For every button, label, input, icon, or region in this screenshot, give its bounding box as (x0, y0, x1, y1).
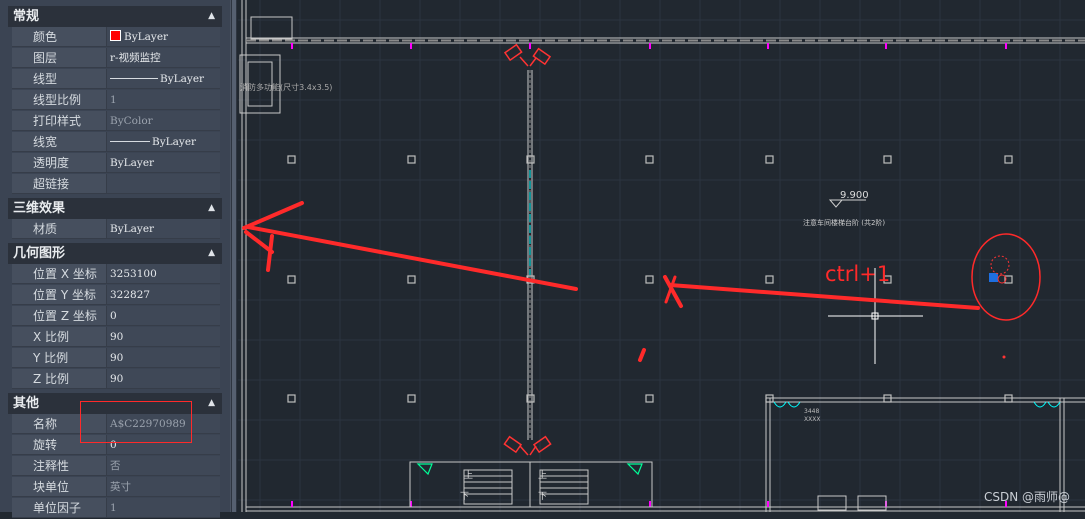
bottom-wall (246, 501, 1085, 512)
section-geometry-title: 几何图形 (13, 246, 66, 261)
floor-plan: 9.900 注意车间楼梯台阶 (共2阶) 消防多功能(尺寸3.4x3.5) 上 … (238, 0, 1085, 512)
column-markers (287, 155, 1013, 403)
property-label: 位置 Z 坐标 (12, 306, 109, 326)
elevation-marker: 9.900 注意车间楼梯台阶 (共2阶) (803, 190, 885, 227)
property-row-material[interactable]: 材质 ByLayer (8, 219, 220, 240)
properties-palette: 常规 ▲ 颜色 ByLayer 图层 r-视频监控 线型 ByLayer 线型比… (0, 0, 230, 518)
section-3d-header[interactable]: 三维效果 ▲ (8, 198, 222, 219)
property-value[interactable]: 否 (106, 456, 220, 476)
property-row-linetype-scale[interactable]: 线型比例 1 (8, 90, 220, 111)
property-label: 位置 X 坐标 (12, 264, 109, 284)
property-value[interactable]: 322827 (106, 285, 220, 305)
property-row-position-x[interactable]: 位置 X 坐标 3253100 (8, 264, 220, 285)
stair-note: 注意车间楼梯台阶 (共2阶) (803, 218, 885, 227)
property-label: 颜色 (12, 27, 109, 47)
csdn-watermark: CSDN @雨师@ (984, 490, 1071, 504)
property-row-plot-style[interactable]: 打印样式 ByColor (8, 111, 220, 132)
property-row-layer[interactable]: 图层 r-视频监控 (8, 48, 220, 69)
section-geometry-header[interactable]: 几何图形 ▲ (8, 243, 222, 264)
property-value[interactable]: 0 (106, 306, 220, 326)
central-column (527, 70, 533, 440)
property-label: 材质 (12, 219, 109, 239)
property-label: 超链接 (12, 174, 109, 194)
property-row-block-unit[interactable]: 块单位 英寸 (8, 477, 220, 498)
room-doors (773, 401, 1061, 408)
top-wall (246, 37, 1085, 49)
room-tag: 3448 (804, 408, 819, 415)
property-value[interactable]: 90 (106, 369, 220, 389)
property-label: 单位因子 (12, 498, 109, 518)
section-3d-title: 三维效果 (13, 201, 66, 216)
property-value[interactable]: ByColor (106, 111, 220, 131)
property-label: Y 比例 (12, 348, 109, 368)
property-label: 线宽 (12, 132, 109, 152)
property-row-position-z[interactable]: 位置 Z 坐标 0 (8, 306, 220, 327)
property-value[interactable]: ByLayer (106, 69, 220, 89)
property-label: 块单位 (12, 477, 109, 497)
property-row-color[interactable]: 颜色 ByLayer (8, 27, 220, 48)
palette-scrollbar[interactable] (230, 0, 237, 512)
name-highlight-box (80, 401, 192, 443)
section-general-title: 常规 (13, 9, 40, 24)
property-label: 位置 Y 坐标 (12, 285, 109, 305)
property-label: 线型比例 (12, 90, 109, 110)
stair-up-label: 上 (538, 470, 547, 481)
property-row-lineweight[interactable]: 线宽 ByLayer (8, 132, 220, 153)
elevation-label: 9.900 (840, 190, 869, 201)
collapse-caret-icon[interactable]: ▲ (208, 6, 215, 27)
property-value[interactable]: ByLayer (106, 219, 220, 239)
room-note: 消防多功能(尺寸3.4x3.5) (240, 82, 332, 92)
property-value[interactable]: ByLayer (106, 132, 220, 152)
property-value[interactable]: ByLayer (106, 153, 220, 173)
property-value[interactable]: 1 (106, 90, 220, 110)
annotation-markup (242, 201, 1041, 362)
property-value[interactable]: r-视频监控 (106, 48, 220, 68)
scrollbar-thumb[interactable] (232, 0, 236, 512)
color-value: ByLayer (124, 31, 169, 43)
property-value[interactable]: 英寸 (106, 477, 220, 497)
property-row-position-y[interactable]: 位置 Y 坐标 322827 (8, 285, 220, 306)
property-label: 透明度 (12, 153, 109, 173)
property-value[interactable]: 3253100 (106, 264, 220, 284)
property-label: Z 比例 (12, 369, 109, 389)
property-label: 打印样式 (12, 111, 109, 131)
property-row-linetype[interactable]: 线型 ByLayer (8, 69, 220, 90)
stair-down-label: 下 (538, 492, 547, 502)
property-label: 线型 (12, 69, 109, 89)
linetype-sample (110, 78, 158, 79)
collapse-caret-icon[interactable]: ▲ (208, 393, 215, 414)
grid-lines (238, 0, 1085, 512)
ctrl-1-annotation: ctrl+1 (825, 262, 891, 286)
section-general-header[interactable]: 常规 ▲ (8, 6, 222, 27)
property-value[interactable]: 1 (106, 498, 220, 518)
property-row-scale-y[interactable]: Y 比例 90 (8, 348, 220, 369)
color-swatch-icon (110, 30, 121, 41)
property-row-unit-factor[interactable]: 单位因子 1 (8, 498, 220, 519)
property-value[interactable] (106, 174, 220, 194)
property-value[interactable]: ByLayer (106, 27, 220, 47)
stair-up-label: 上 (464, 470, 473, 481)
section-other-title: 其他 (13, 396, 40, 411)
camera-icon[interactable] (503, 43, 552, 67)
property-row-annotative[interactable]: 注释性 否 (8, 456, 220, 477)
collapse-caret-icon[interactable]: ▲ (208, 243, 215, 264)
selected-grip-icon[interactable] (989, 255, 1010, 359)
lineweight-value: ByLayer (152, 136, 197, 148)
property-label: X 比例 (12, 327, 109, 347)
property-label: 注释性 (12, 456, 109, 476)
property-row-transparency[interactable]: 透明度 ByLayer (8, 153, 220, 174)
drawing-canvas[interactable]: 9.900 注意车间楼梯台阶 (共2阶) 消防多功能(尺寸3.4x3.5) 上 … (238, 0, 1085, 512)
property-value[interactable]: 90 (106, 348, 220, 368)
left-wall (239, 0, 293, 512)
stair-down-label: 下 (460, 492, 469, 502)
property-label: 图层 (12, 48, 109, 68)
property-row-scale-z[interactable]: Z 比例 90 (8, 369, 220, 390)
property-row-scale-x[interactable]: X 比例 90 (8, 327, 220, 348)
property-value[interactable]: 90 (106, 327, 220, 347)
lineweight-sample (110, 141, 150, 142)
collapse-caret-icon[interactable]: ▲ (208, 198, 215, 219)
room-tag: XXXX (804, 416, 820, 423)
property-row-hyperlink[interactable]: 超链接 (8, 174, 220, 195)
linetype-value: ByLayer (160, 73, 205, 85)
